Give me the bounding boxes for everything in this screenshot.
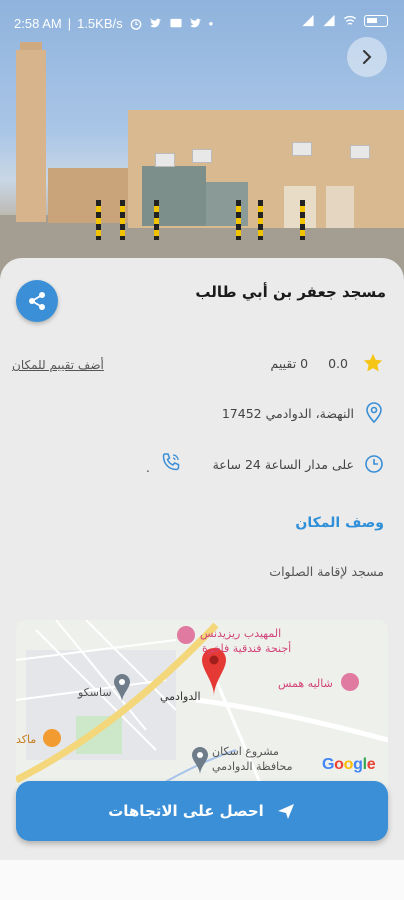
map-label-hotel: المهيدب ريزيدنس [200,627,282,640]
signal-icon [302,14,314,27]
rating-row: 0.0 0 تقييم [271,352,384,374]
twitter-icon-2 [190,17,202,28]
google-logo: Google [322,756,376,773]
chevron-right-icon [363,50,372,64]
description-text: مسجد لإقامة الصلوات [269,564,384,579]
map-label-hotel-sub: أجنحة فندقية فاخرة [202,642,292,655]
message-icon [170,18,182,28]
clock-icon [365,455,383,473]
location-icon [366,402,382,424]
status-bar: 2:58 AM | 1.5KB/s • [0,0,404,46]
back-button[interactable] [347,37,387,77]
map-label-housing: مشروع اسكان [212,745,279,758]
send-icon [277,804,294,819]
hours-row: على مدار الساعة 24 ساعة [213,454,384,474]
map-label-sasco: ساسكو [78,686,112,699]
get-directions-button[interactable]: احصل على الاتجاهات [16,781,388,841]
twitter-icon [150,17,162,28]
map-label-housing-sub: محافظة الدوادمي [212,760,293,773]
map-label-maka: ماكد [16,733,37,746]
star-icon [363,353,383,372]
description-title: وصف المكان [295,515,384,531]
alarm-icon [130,19,141,30]
details-sheet: مسجد جعفر بن أبي طالب 0.0 0 تقييم أضف تق… [0,258,404,860]
address-text: النهضة، الدوادمي 17452 [221,405,354,421]
phone-number[interactable]: . [146,461,150,475]
map-label-city: الدوادمي [160,690,201,703]
phone-icon[interactable] [160,451,182,473]
get-directions-label: احصل على الاتجاهات [108,802,264,820]
signal-icon-2 [323,14,335,27]
place-title: مسجد جعفر بن أبي طالب [195,283,386,301]
system-nav-bar [0,860,404,900]
status-speed: 1.5KB/s [77,16,123,31]
share-button[interactable] [16,280,58,322]
wifi-icon [343,15,357,25]
status-time: 2:58 AM [14,16,62,31]
address-row: النهضة، الدوادمي 17452 [222,402,384,424]
map-label-chalet: شاليه همس [278,677,333,690]
share-icon [29,292,45,310]
hours-text: على مدار الساعة 24 ساعة [212,456,354,472]
rating-value: 0.0 [328,355,348,371]
add-rating-link[interactable]: أضف تقييم للمكان [12,358,104,372]
rating-count: 0 تقييم [270,355,309,371]
battery-icon [364,14,388,27]
